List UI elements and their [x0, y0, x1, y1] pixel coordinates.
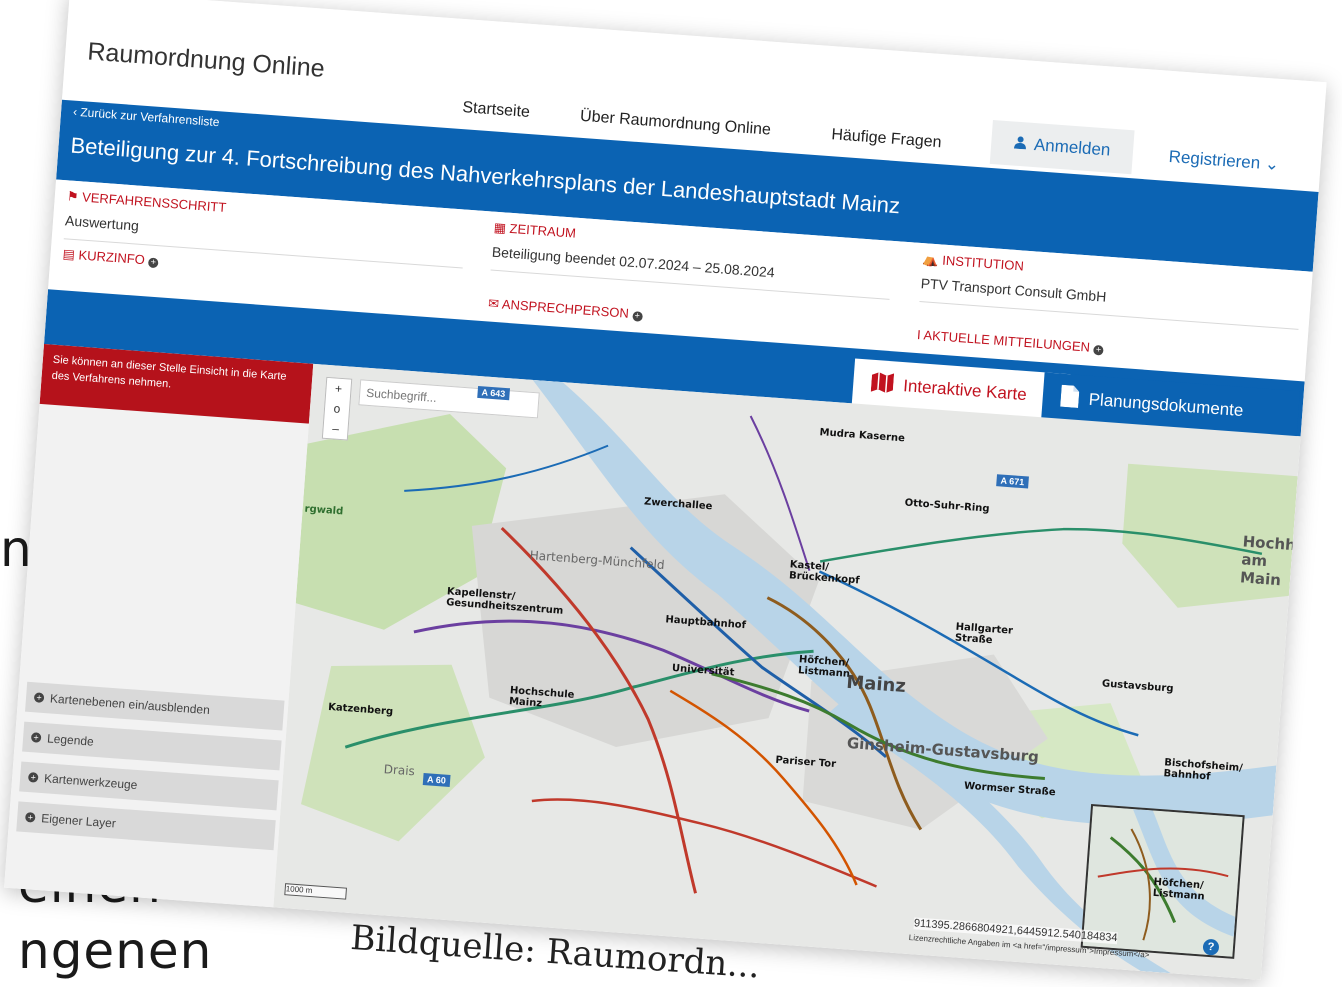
zoom-in-button[interactable]: +: [334, 379, 342, 399]
map-label-mainz: Mainz: [845, 671, 907, 698]
expand-icon: +: [147, 257, 159, 268]
expand-icon: +: [30, 732, 42, 743]
expand-icon: +: [24, 812, 36, 823]
article-fragment-bottom-2: ngenen: [18, 922, 213, 980]
nav-startseite[interactable]: Startseite: [462, 99, 531, 122]
expand-icon: +: [33, 692, 45, 703]
zoom-reset-button[interactable]: o: [333, 398, 341, 418]
institution-label: ⛺ INSTITUTION: [922, 251, 1025, 274]
period-label: ▦ ZEITRAUM: [493, 219, 577, 241]
sitemap-icon: ⚑: [66, 188, 83, 205]
kurzinfo-toggle[interactable]: ▤ KURZINFO +: [62, 246, 159, 269]
shield-a60: A 60: [422, 773, 451, 787]
user-icon: [1013, 134, 1026, 155]
map-label: Hochheim am Main: [1239, 532, 1301, 590]
expand-icon: +: [631, 310, 643, 322]
institution-value: PTV Transport Consult GmbH: [920, 275, 1107, 305]
file-icon: [1060, 384, 1080, 412]
panel-layers[interactable]: + Kartenebenen ein/ausblenden: [25, 681, 285, 731]
contact-toggle[interactable]: ✉ ANSPRECHPERSON +: [488, 295, 643, 322]
map-icon: [870, 371, 895, 398]
document-icon: ▤: [62, 246, 80, 263]
site-brand[interactable]: Raumordnung Online: [86, 37, 326, 83]
expand-icon: +: [1093, 344, 1104, 356]
nav-faq[interactable]: Häufige Fragen: [831, 126, 942, 152]
login-button[interactable]: Anmelden: [989, 119, 1135, 175]
chevron-down-icon: ⌄: [1264, 154, 1280, 174]
envelope-icon: ✉: [487, 295, 503, 312]
calendar-icon: ▦: [493, 219, 511, 236]
shield-a671: A 671: [996, 474, 1029, 489]
panel-own-layer[interactable]: + Eigener Layer: [16, 801, 276, 851]
news-toggle[interactable]: i AKTUELLE MITTEILUNGEN +: [916, 327, 1104, 356]
institution-icon: ⛺: [922, 251, 943, 268]
zoom-controls: + o –: [321, 376, 353, 441]
screenshot-frame: Raumordnung Online Startseite Über Raumo…: [4, 0, 1327, 980]
map-sidebar: Sie können an dieser Stelle Einsicht in …: [4, 344, 314, 908]
tab-label: Interaktive Karte: [902, 376, 1028, 405]
nav-ueber[interactable]: Über Raumordnung Online: [579, 108, 772, 140]
step-value: Auswertung: [64, 212, 140, 234]
expand-icon: +: [27, 772, 39, 783]
register-label: Registrieren: [1168, 146, 1261, 173]
panel-legend[interactable]: + Legende: [22, 721, 282, 771]
step-label: ⚑ VERFAHRENSSCHRITT: [66, 188, 227, 216]
interactive-map[interactable]: + o – A 643 A 671 A 60 Mudra Kaserne Ott…: [273, 363, 1301, 980]
zoom-out-button[interactable]: –: [332, 418, 340, 438]
login-label: Anmelden: [1033, 135, 1112, 160]
overview-label: Höfchen/ Listmann: [1152, 876, 1205, 903]
shield-a643: A 643: [477, 385, 510, 401]
period-value: Beteiligung beendet 02.07.2024 – 25.08.2…: [491, 243, 776, 281]
panel-tools[interactable]: + Kartenwerkzeuge: [19, 761, 279, 811]
tab-label: Planungsdokumente: [1088, 389, 1245, 421]
register-dropdown[interactable]: Registrieren ⌄: [1168, 147, 1280, 175]
map-label: Drais: [383, 762, 416, 779]
